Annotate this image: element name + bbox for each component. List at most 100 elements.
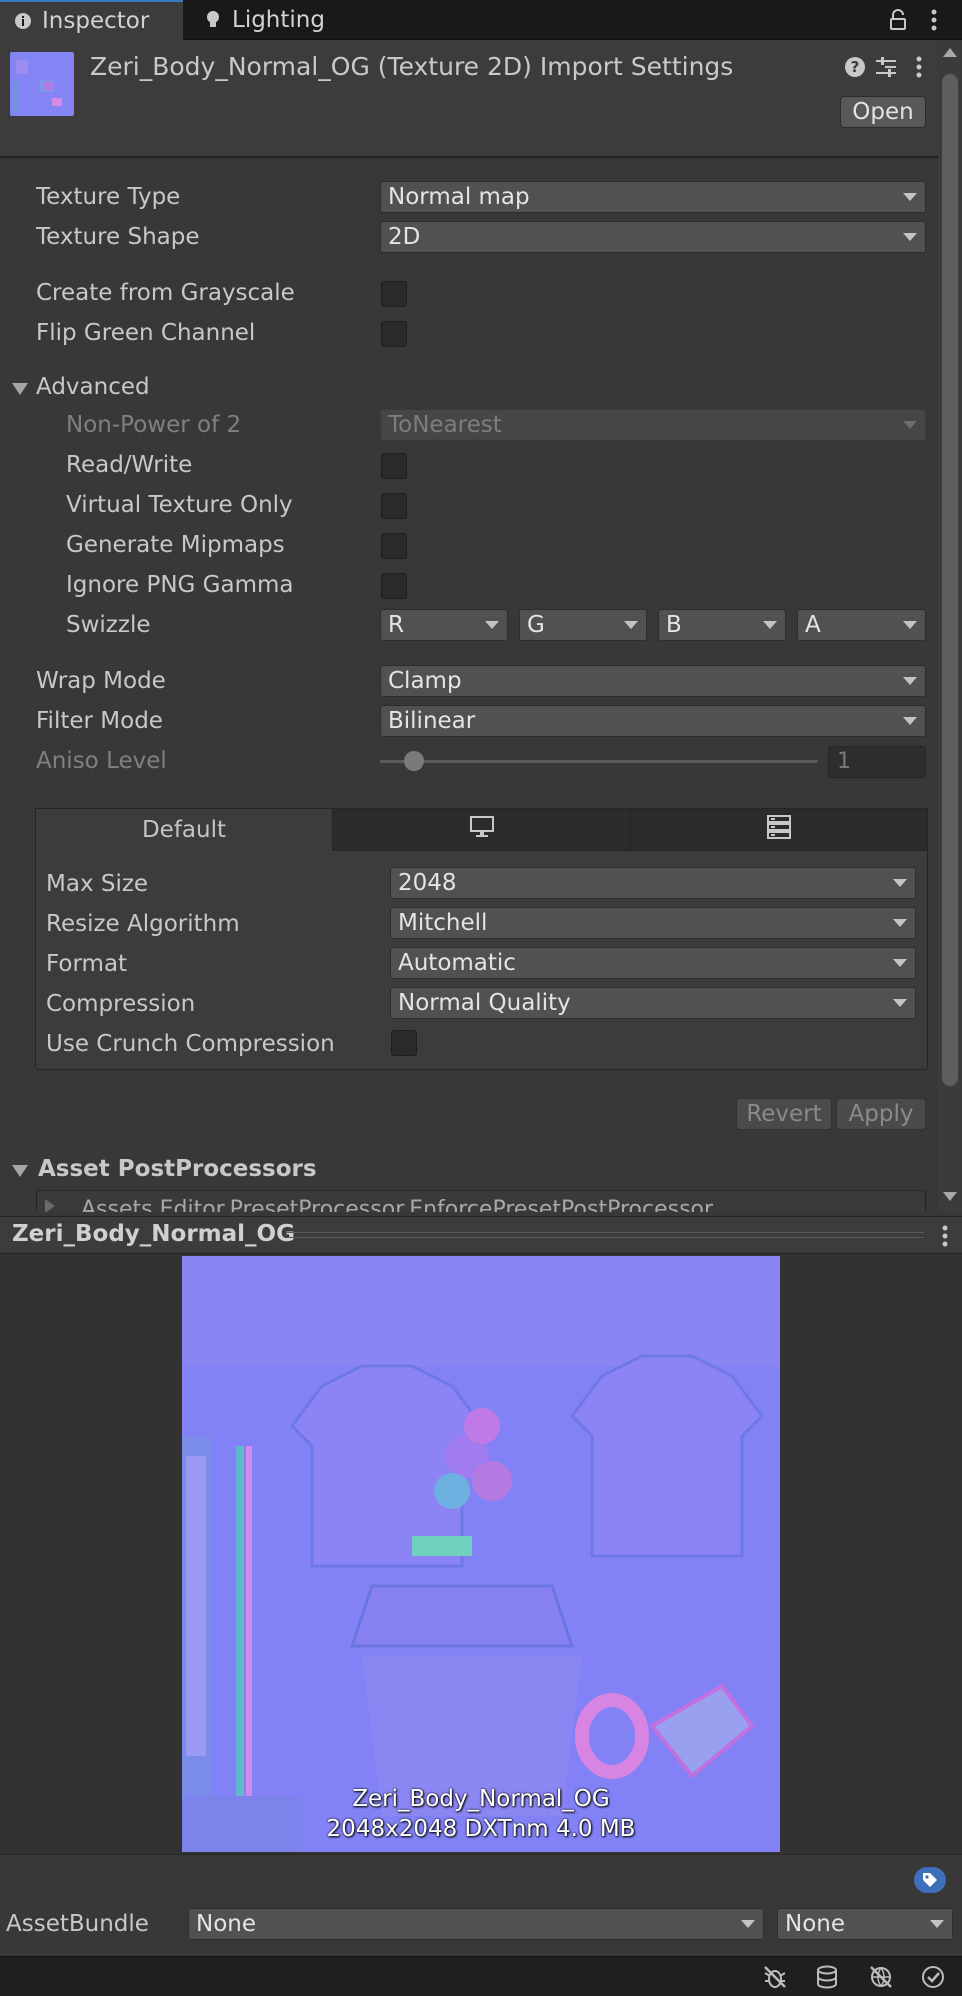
server-icon <box>766 814 792 845</box>
lock-icon[interactable] <box>884 6 912 34</box>
platform-tab-default-label: Default <box>141 817 227 843</box>
flip-green-channel-checkbox[interactable] <box>381 321 407 347</box>
wrap-mode-value: Clamp <box>388 668 462 694</box>
scrollbar-thumb[interactable] <box>942 74 958 1086</box>
chevron-down-icon <box>903 193 917 201</box>
bug-off-icon[interactable] <box>760 1963 790 1991</box>
resize-algorithm-value: Mitchell <box>398 910 488 936</box>
wrap-mode-dropdown[interactable]: Clamp <box>380 665 926 697</box>
chevron-down-icon <box>903 717 917 725</box>
postprocessor-item[interactable]: Assets.Editor.PresetProcessor.EnforcePre… <box>81 1197 713 1212</box>
aniso-level-field: 1 <box>828 746 926 778</box>
ignore-png-gamma-checkbox[interactable] <box>381 573 407 599</box>
texture-type-dropdown[interactable]: Normal map <box>380 181 926 213</box>
assetbundle-variant-dropdown[interactable]: None <box>777 1908 953 1940</box>
non-power-of-2-value: ToNearest <box>388 412 502 438</box>
max-size-label: Max Size <box>46 871 149 897</box>
scroll-down-icon[interactable] <box>943 1192 957 1201</box>
chevron-down-icon <box>903 677 917 685</box>
inspector-header: Zeri_Body_Normal_OG (Texture 2D) Import … <box>0 40 962 158</box>
chevron-down-icon <box>893 999 907 1007</box>
drag-handle[interactable] <box>286 1232 924 1238</box>
swizzle-b-value: B <box>666 612 682 638</box>
swizzle-r-value: R <box>388 612 404 638</box>
advanced-foldout[interactable]: Advanced <box>0 372 300 406</box>
lightbulb-icon <box>204 10 222 30</box>
apply-button[interactable]: Apply <box>836 1098 926 1130</box>
foldout-expanded-icon <box>12 1165 28 1177</box>
max-size-dropdown[interactable]: 2048 <box>390 867 916 899</box>
platform-tab-default[interactable]: Default <box>35 808 333 851</box>
database-icon[interactable] <box>812 1963 842 1991</box>
preview-menu-icon[interactable] <box>934 1223 956 1249</box>
assetbundle-label: AssetBundle <box>6 1911 149 1937</box>
preset-settings-icon[interactable] <box>872 54 900 80</box>
create-from-grayscale-label: Create from Grayscale <box>36 280 295 306</box>
normal-map-preview-image <box>182 1256 780 1852</box>
chevron-down-icon <box>624 621 638 629</box>
use-crunch-compression-checkbox[interactable] <box>391 1030 417 1056</box>
scroll-up-icon[interactable] <box>943 48 957 57</box>
swizzle-g-dropdown[interactable]: G <box>519 609 647 641</box>
postprocessor-list: Assets.Editor.PresetProcessor.EnforcePre… <box>36 1190 926 1212</box>
filter-mode-label: Filter Mode <box>36 708 163 734</box>
asset-postprocessors-foldout[interactable]: Asset PostProcessors <box>0 1154 930 1188</box>
status-bar <box>0 1956 962 1996</box>
network-off-icon[interactable] <box>866 1963 896 1991</box>
chevron-down-icon <box>930 1920 944 1928</box>
editor-tab-bar: Inspector Lighting <box>0 0 962 40</box>
tab-lighting-label: Lighting <box>232 7 325 33</box>
tab-inspector[interactable]: Inspector <box>0 0 183 40</box>
resize-algorithm-dropdown[interactable]: Mitchell <box>390 907 916 939</box>
generate-mipmaps-label: Generate Mipmaps <box>66 532 285 558</box>
context-menu-icon[interactable] <box>906 54 932 80</box>
tab-menu-icon[interactable] <box>920 6 948 34</box>
format-value: Automatic <box>398 950 516 976</box>
compression-label: Compression <box>46 991 196 1017</box>
compression-dropdown[interactable]: Normal Quality <box>390 987 916 1019</box>
create-from-grayscale-checkbox[interactable] <box>381 281 407 307</box>
swizzle-r-dropdown[interactable]: R <box>380 609 508 641</box>
swizzle-label: Swizzle <box>66 612 151 638</box>
swizzle-a-dropdown[interactable]: A <box>797 609 926 641</box>
revert-button[interactable]: Revert <box>736 1098 832 1130</box>
texture-shape-dropdown[interactable]: 2D <box>380 221 926 253</box>
non-power-of-2-dropdown: ToNearest <box>380 409 926 441</box>
info-icon <box>14 12 32 30</box>
virtual-texture-only-label: Virtual Texture Only <box>66 492 293 518</box>
preview-title: Zeri_Body_Normal_OG <box>12 1221 295 1247</box>
assetbundle-name-dropdown[interactable]: None <box>188 1908 764 1940</box>
ignore-png-gamma-label: Ignore PNG Gamma <box>66 572 294 598</box>
chevron-down-icon <box>893 919 907 927</box>
assetbundle-name-value: None <box>196 1911 257 1937</box>
compression-value: Normal Quality <box>398 990 571 1016</box>
asset-labels-tag-icon[interactable] <box>914 1867 946 1893</box>
texture-type-label: Texture Type <box>36 184 181 210</box>
filter-mode-dropdown[interactable]: Bilinear <box>380 705 926 737</box>
tab-lighting[interactable]: Lighting <box>190 0 350 40</box>
read-write-checkbox[interactable] <box>381 453 407 479</box>
generate-mipmaps-checkbox[interactable] <box>381 533 407 559</box>
chevron-down-icon <box>741 1920 755 1928</box>
chevron-down-icon <box>485 621 499 629</box>
format-label: Format <box>46 951 128 977</box>
preview-header[interactable]: Zeri_Body_Normal_OG <box>0 1216 962 1254</box>
check-circle-icon[interactable] <box>918 1963 948 1991</box>
svg-text:?: ? <box>851 58 860 76</box>
platform-tab-standalone[interactable] <box>332 808 631 851</box>
filter-mode-value: Bilinear <box>388 708 476 734</box>
swizzle-a-value: A <box>805 612 821 638</box>
help-icon[interactable]: ? <box>842 54 868 80</box>
import-settings-title: Zeri_Body_Normal_OG (Texture 2D) Import … <box>90 52 734 81</box>
use-crunch-compression-label: Use Crunch Compression <box>46 1031 335 1057</box>
chevron-down-icon <box>903 421 917 429</box>
chevron-down-icon <box>903 233 917 241</box>
format-dropdown[interactable]: Automatic <box>390 947 916 979</box>
swizzle-b-dropdown[interactable]: B <box>658 609 786 641</box>
open-button[interactable]: Open <box>840 96 926 128</box>
virtual-texture-only-checkbox[interactable] <box>381 493 407 519</box>
chevron-down-icon <box>893 959 907 967</box>
aniso-level-slider-track <box>380 760 818 763</box>
platform-tab-server[interactable] <box>630 808 928 851</box>
aniso-level-label: Aniso Level <box>36 748 167 774</box>
